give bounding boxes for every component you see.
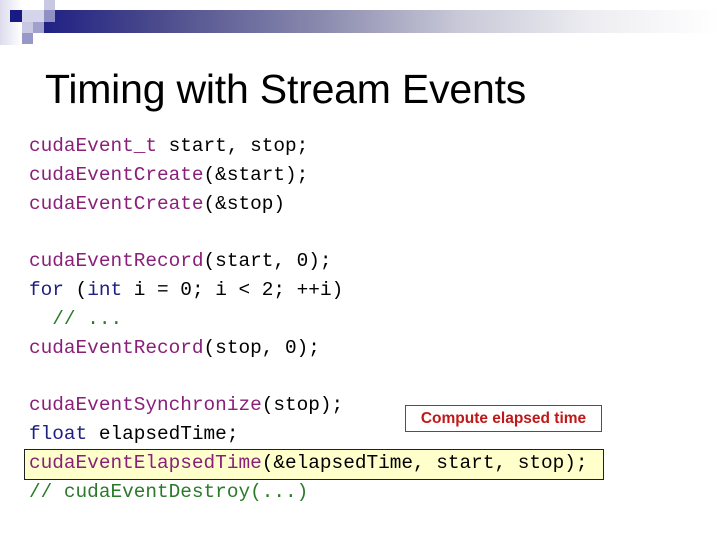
- code-text-token: (stop, 0);: [203, 337, 320, 359]
- code-block-record: cudaEventRecord(start, 0); for (int i = 0…: [29, 247, 343, 363]
- code-keyword-token: for: [29, 279, 64, 301]
- code-text-token: (&stop): [203, 193, 286, 215]
- code-line: cudaEventCreate(&stop): [29, 190, 308, 219]
- code-line: for (int i = 0; i < 2; ++i): [29, 276, 343, 305]
- code-text-token: (&elapsedTime, start, stop);: [261, 452, 588, 474]
- code-line: // cudaEventDestroy(...): [29, 478, 588, 507]
- code-text-token: elapsedTime;: [87, 423, 239, 445]
- decor-square: [44, 10, 55, 22]
- code-line: cudaEventRecord(stop, 0);: [29, 334, 343, 363]
- code-text-token: (start, 0);: [203, 250, 332, 272]
- code-line: cudaEvent_t start, stop;: [29, 132, 308, 161]
- code-function-token: cudaEventSynchronize: [29, 394, 262, 416]
- decor-square: [10, 10, 22, 22]
- code-comment-token: // cudaEventDestroy(...): [29, 481, 309, 503]
- decor-square: [44, 0, 55, 10]
- decor-square: [22, 33, 33, 44]
- decor-square: [22, 22, 33, 33]
- decor-square: [33, 22, 44, 33]
- callout-compute-elapsed-time: Compute elapsed time: [405, 405, 602, 432]
- slide-title: Timing with Stream Events: [45, 66, 527, 112]
- code-text-token: i = 0; i < 2; ++i): [122, 279, 344, 301]
- code-function-token: cudaEventCreate: [29, 193, 204, 215]
- code-block-declarations: cudaEvent_t start, stop; cudaEventCreate(…: [29, 132, 308, 219]
- code-text-token: (stop);: [261, 394, 344, 416]
- code-line: cudaEventRecord(start, 0);: [29, 247, 343, 276]
- code-keyword-token: int: [87, 279, 123, 301]
- code-function-token: cudaEvent_t: [29, 135, 157, 157]
- code-line: cudaEventElapsedTime(&elapsedTime, start…: [29, 449, 588, 478]
- code-text-token: start, stop;: [157, 135, 309, 157]
- code-comment-token: // ...: [52, 308, 123, 330]
- decor-square: [0, 0, 22, 45]
- code-function-token: cudaEventElapsedTime: [29, 452, 262, 474]
- code-line: // ...: [29, 305, 343, 334]
- code-function-token: cudaEventCreate: [29, 164, 204, 186]
- code-function-token: cudaEventRecord: [29, 337, 204, 359]
- code-text-token: (&start);: [203, 164, 309, 186]
- code-line: cudaEventCreate(&start);: [29, 161, 308, 190]
- code-keyword-token: float: [29, 423, 88, 445]
- code-text-token: (: [63, 279, 88, 301]
- header-gradient-bar: [32, 10, 720, 33]
- code-function-token: cudaEventRecord: [29, 250, 204, 272]
- decor-square: [22, 10, 44, 22]
